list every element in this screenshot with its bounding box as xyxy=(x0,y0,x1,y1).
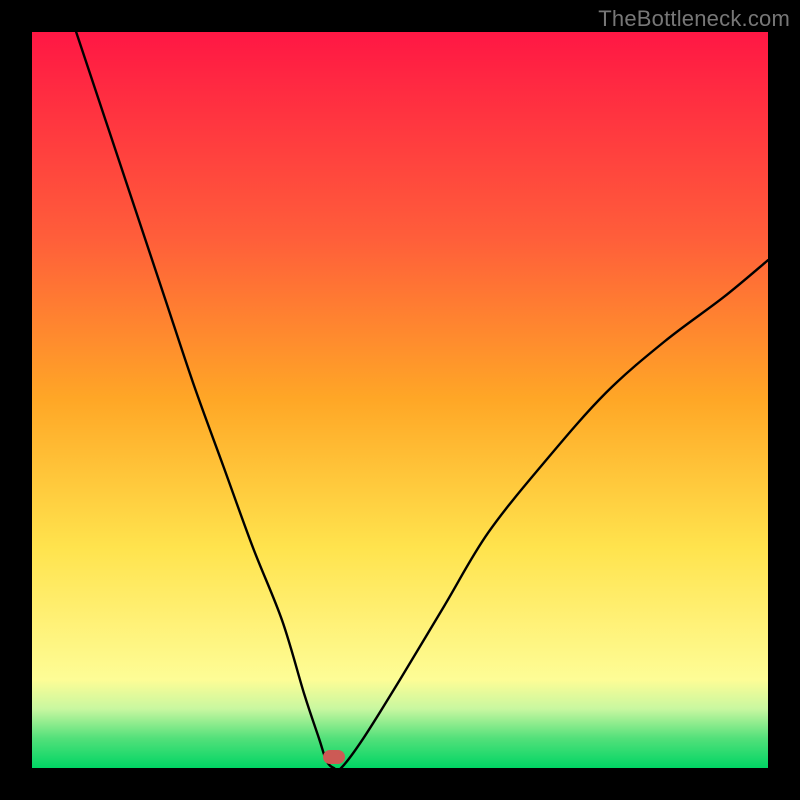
curve-svg xyxy=(32,32,768,768)
chart-frame: TheBottleneck.com xyxy=(0,0,800,800)
bottleneck-marker xyxy=(323,750,345,764)
plot-area xyxy=(32,32,768,768)
bottleneck-curve xyxy=(76,32,768,768)
watermark-text: TheBottleneck.com xyxy=(598,6,790,32)
